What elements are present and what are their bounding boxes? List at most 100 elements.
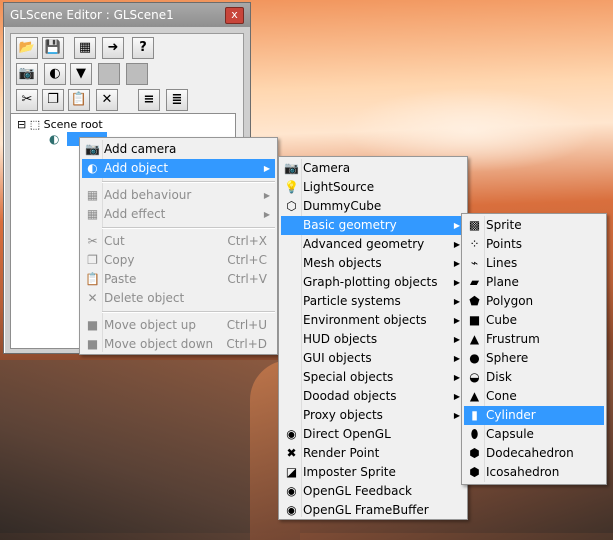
menu-item-render-point[interactable]: ✖ Render Point [281,444,465,463]
disabled-1-button[interactable] [98,63,120,85]
menu-item-graph-plotting-objects[interactable]: Graph-plotting objects ▶ [281,273,465,292]
expand-button[interactable]: ≡ [138,89,160,111]
camera-button[interactable]: 📷 [16,63,38,85]
menu-item-imposter-sprite[interactable]: ◪ Imposter Sprite [281,463,465,482]
menu-item-cone[interactable]: ▲ Cone [464,387,604,406]
opengl-feedback-icon: ◉ [286,484,297,498]
camera-icon: 📷 [284,161,299,175]
menu-item-dodecahedron[interactable]: ⬢ Dodecahedron [464,444,604,463]
submenu-arrow-icon: ▶ [453,411,460,420]
menu-item-dummycube[interactable]: ⬡ DummyCube [281,197,465,216]
cylinder-icon: ▮ [471,408,478,422]
menu-item-label: Imposter Sprite [303,465,396,479]
menu-item-proxy-objects[interactable]: Proxy objects ▶ [281,406,465,425]
menu-item-label: Basic geometry [303,218,397,232]
menu-item-label: Special objects [303,370,394,384]
grid-icon: ▦ [78,40,92,55]
menu-item-label: Polygon [486,294,534,308]
menu-item-label: Environment objects [303,313,427,327]
menu-item-environment-objects[interactable]: Environment objects ▶ [281,311,465,330]
add-object-submenu: 📷 Camera 💡 LightSource ⬡ DummyCube Basic geome… [278,156,468,520]
menu-item-shortcut: Ctrl+V [227,272,267,286]
imposter-sprite-icon: ◪ [285,465,298,479]
menu-item-disk[interactable]: ◒ Disk [464,368,604,387]
grid-button[interactable]: ▦ [74,37,96,59]
tree-root-item[interactable]: ⊟ ⬚ Scene root [17,118,103,131]
render-point-icon: ✖ [286,446,297,460]
paste-button[interactable]: 📋 [68,89,90,111]
open-button[interactable]: 📂 [16,37,38,59]
menu-item-camera[interactable]: 📷 Camera [281,159,465,178]
menu-item-cube[interactable]: ■ Cube [464,311,604,330]
menu-item-sprite[interactable]: ▩ Sprite [464,216,604,235]
menu-item-basic-geometry[interactable]: Basic geometry ▶ [281,216,465,235]
menu-item-polygon[interactable]: ⬟ Polygon [464,292,604,311]
menu-item-label: Direct OpenGL [303,427,391,441]
pin-button[interactable]: ➜ [102,37,124,59]
add-camera-icon: 📷 [85,142,100,156]
menu-item-label: Lines [486,256,518,270]
menu-item-mesh-objects[interactable]: Mesh objects ▶ [281,254,465,273]
menu-item-particle-systems[interactable]: Particle systems ▶ [281,292,465,311]
cut-icon: ✂ [21,92,33,107]
menu-item-icosahedron[interactable]: ⬢ Icosahedron [464,463,604,482]
menu-item-label: Move object down [104,337,214,351]
menu-item-label: Advanced geometry [303,237,425,251]
menu-item-label: Sprite [486,218,522,232]
help-button[interactable]: ? [132,37,154,59]
menu-item-lines[interactable]: ⌁ Lines [464,254,604,273]
menu-item-frustrum[interactable]: ▲ Frustrum [464,330,604,349]
menu-item-copy: ❐ Copy Ctrl+C [82,251,275,270]
object-button[interactable]: ◐ [44,63,66,85]
menu-item-label: OpenGL FrameBuffer [303,503,429,517]
cut-button[interactable]: ✂ [16,89,38,111]
menu-item-label: GUI objects [303,351,372,365]
scene-root-icon: ⬚ [29,118,41,131]
collapse-button[interactable]: ≣ [166,89,188,111]
close-button[interactable]: x [225,7,244,24]
menu-item-label: Add object [104,161,169,175]
submenu-arrow-icon: ▶ [263,210,270,219]
menu-item-lightsource[interactable]: 💡 LightSource [281,178,465,197]
context-menu: 📷 Add camera ◐ Add object ▶ ▦ Add behaviour ▶ ▦ A… [79,137,278,355]
menu-item-label: Graph-plotting objects [303,275,438,289]
menu-item-sphere[interactable]: ● Sphere [464,349,604,368]
menu-item-cylinder[interactable]: ▮ Cylinder [464,406,604,425]
menu-item-opengl-feedback[interactable]: ◉ OpenGL Feedback [281,482,465,501]
menu-item-doodad-objects[interactable]: Doodad objects ▶ [281,387,465,406]
menu-item-label: LightSource [303,180,375,194]
menu-item-special-objects[interactable]: Special objects ▶ [281,368,465,387]
menu-item-advanced-geometry[interactable]: Advanced geometry ▶ [281,235,465,254]
window-titlebar[interactable]: GLScene Editor : GLScene1 x [4,3,250,27]
submenu-arrow-icon: ▶ [453,278,460,287]
points-icon: ⁘ [469,237,480,251]
menu-item-label: Camera [303,161,351,175]
opengl-framebuffer-icon: ◉ [286,503,297,517]
menu-item-gui-objects[interactable]: GUI objects ▶ [281,349,465,368]
object-icon: ◐ [49,66,61,81]
menu-item-opengl-framebuffer[interactable]: ◉ OpenGL FrameBuffer [281,501,465,520]
disabled-2-button[interactable] [126,63,148,85]
delete-object-icon: ✕ [87,291,98,305]
menu-item-direct-opengl[interactable]: ◉ Direct OpenGL [281,425,465,444]
menu-item-cut: ✂ Cut Ctrl+X [82,232,275,251]
copy-button[interactable]: ❐ [42,89,64,111]
menu-item-capsule[interactable]: ⬮ Capsule [464,425,604,444]
menu-item-label: OpenGL Feedback [303,484,412,498]
menu-item-plane[interactable]: ▰ Plane [464,273,604,292]
plane-icon: ▰ [469,275,480,289]
menu-item-add-camera[interactable]: 📷 Add camera [82,140,275,159]
sprite-icon: ▩ [468,218,481,232]
menu-item-hud-objects[interactable]: HUD objects ▶ [281,330,465,349]
save-button[interactable]: 💾 [42,37,64,59]
menu-item-label: Points [486,237,523,251]
menu-item-label: Mesh objects [303,256,382,270]
tree-toggle-icon[interactable]: ⊟ [17,118,26,131]
menu-item-add-object[interactable]: ◐ Add object ▶ [82,159,275,178]
move-object-up-icon: ■ [86,318,99,332]
menu-item-paste: 📋 Paste Ctrl+V [82,270,275,289]
submenu-arrow-icon: ▶ [453,297,460,306]
dropdown-button[interactable]: ▼ [70,63,92,85]
delete-button[interactable]: ✕ [96,89,118,111]
menu-item-points[interactable]: ⁘ Points [464,235,604,254]
